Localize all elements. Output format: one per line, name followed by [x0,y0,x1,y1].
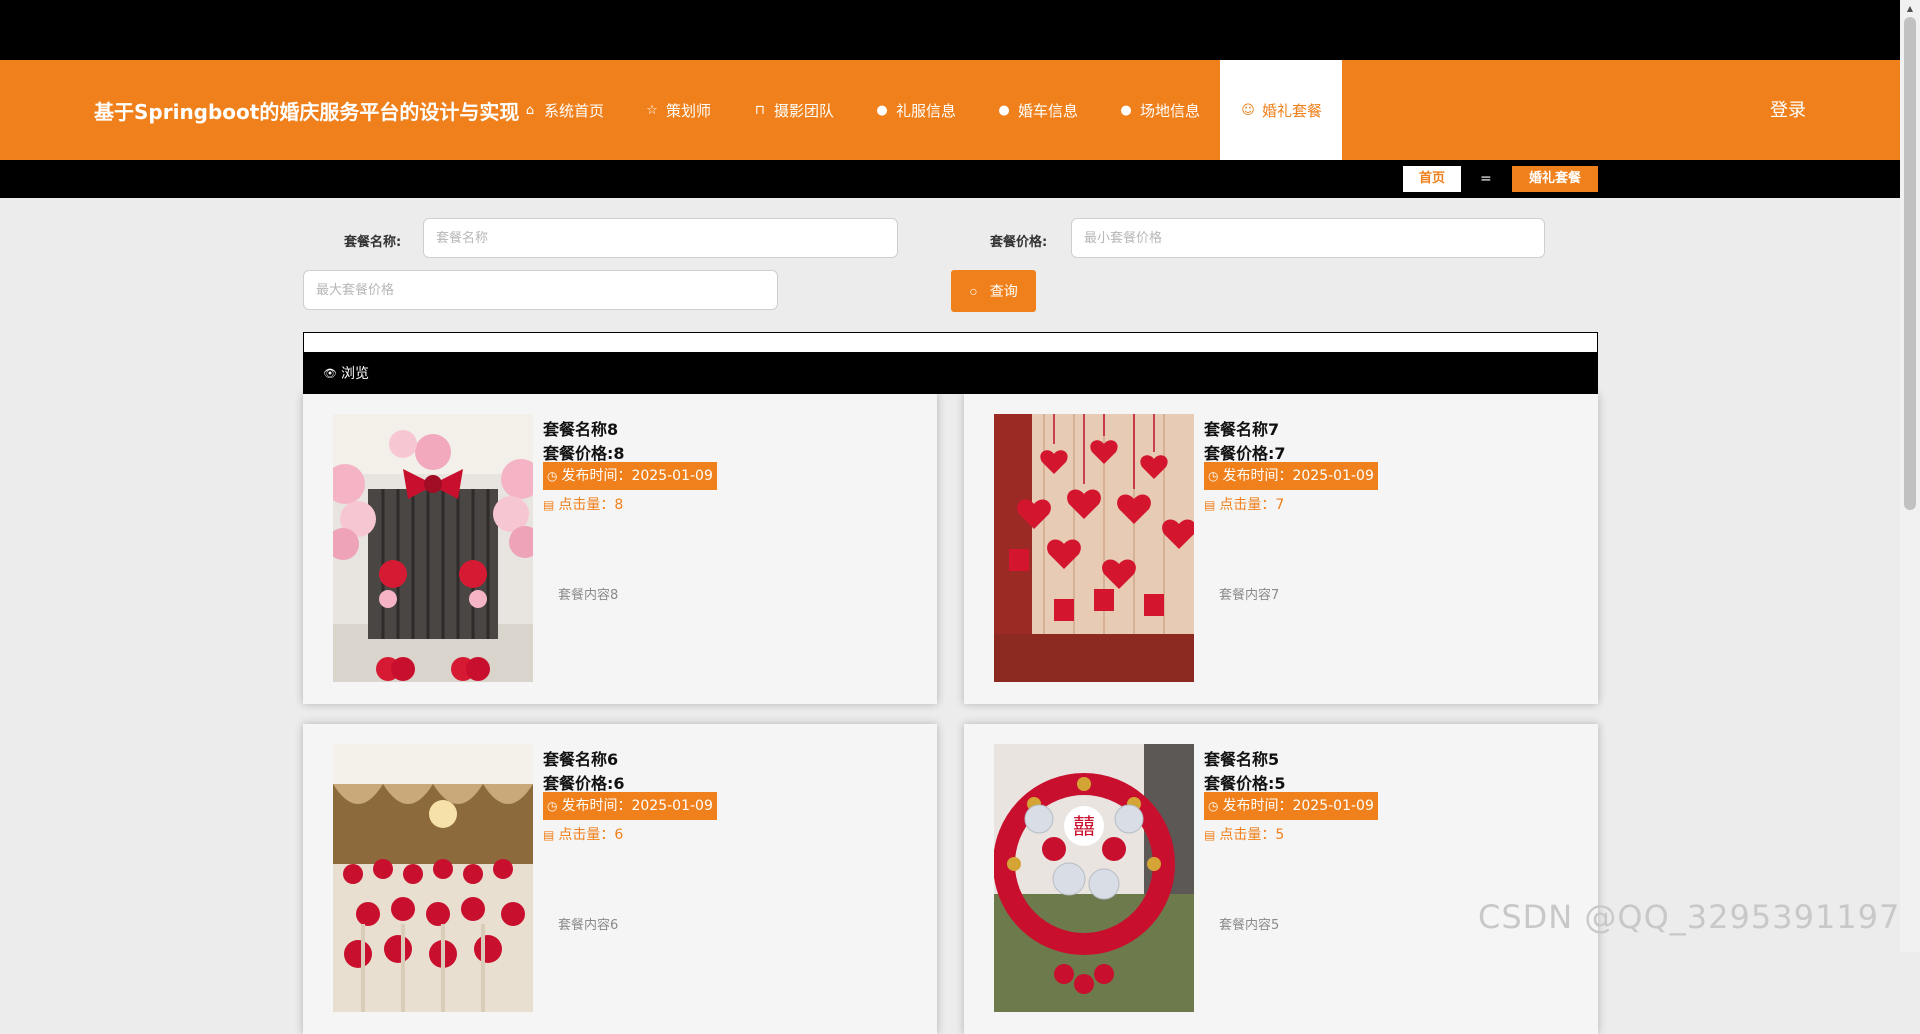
search-button[interactable]: ○ 查询 [951,270,1036,312]
breadcrumb-home[interactable]: 首页 [1403,166,1461,192]
package-price: 套餐价格:5 [1204,774,1286,793]
watermark: CSDN @QQ_3295391197 [1478,898,1901,936]
list-header-label: 浏览 [340,366,369,382]
clock-icon: ◷ [547,799,558,813]
nav-item-photography[interactable]: ⊓ 摄影团队 [752,60,834,160]
click-count: ▤ 点击量：6 [543,824,623,846]
publish-time: ◷ 发布时间：2025-01-09 [1204,462,1378,490]
nav-label: 摄影团队 [774,101,835,120]
bag-icon: ⊓ [754,102,766,118]
click-count: ▤ 点击量：8 [543,494,623,516]
search-button-label: 查询 [989,283,1018,299]
publish-time: ◷ 发布时间：2025-01-09 [543,462,717,490]
package-name: 套餐名称5 [1204,750,1280,769]
scroll-up-arrow-icon[interactable]: ▲ [1900,0,1920,17]
publish-time: ◷ 发布时间：2025-01-09 [543,792,717,820]
package-image: 囍 [994,744,1194,1012]
home-icon: ⌂ [525,102,535,118]
nav-label: 策划师 [666,101,712,120]
package-card[interactable]: 套餐名称8 套餐价格:8 ◷ 发布时间：2025-01-09 ▤ 点击量：8 套餐内… [303,394,937,704]
nav-label: 场地信息 [1140,101,1201,120]
clock-icon: ◷ [1208,469,1219,483]
breadcrumb-current: 婚礼套餐 [1512,166,1598,192]
click-count-text: 点击量：5 [1219,827,1285,843]
login-link[interactable]: 登录 [1770,96,1806,122]
site-title: 基于Springboot的婚庆服务平台的设计与实现 [94,100,520,124]
nav-item-package[interactable]: ☺ 婚礼套餐 [1220,60,1342,160]
document-icon: ▤ [1204,498,1216,512]
package-image [333,414,533,682]
exclamation-circle-icon: ● [876,102,888,118]
name-search-input[interactable] [423,218,898,258]
publish-time-text: 发布时间：2025-01-09 [561,468,713,484]
nav-item-dress[interactable]: ● 礼服信息 [874,60,956,160]
nav-item-venue[interactable]: ● 场地信息 [1118,60,1200,160]
min-price-input[interactable] [1071,218,1545,258]
document-icon: ▤ [1204,828,1216,842]
package-card[interactable]: 套餐名称7 套餐价格:7 ◷ 发布时间：2025-01-09 ▤ 点击量：7 套餐内… [964,394,1598,704]
click-count-text: 点击量：8 [558,497,624,513]
publish-time-text: 发布时间：2025-01-09 [561,798,713,814]
top-black-band [0,0,1920,60]
click-count: ▤ 点击量：5 [1204,824,1284,846]
eye-icon: 👁 [323,366,337,380]
package-name: 套餐名称6 [543,750,619,769]
package-content: 套餐内容8 [558,588,619,603]
nav-item-car[interactable]: ● 婚车信息 [996,60,1078,160]
breadcrumb-separator: = [1480,171,1492,187]
package-image [994,414,1194,682]
package-price: 套餐价格:8 [543,444,625,463]
nav-label: 礼服信息 [896,101,957,120]
nav-item-planner[interactable]: ☆ 策划师 [644,60,711,160]
svg-text:囍: 囍 [1073,815,1095,840]
question-circle-icon: ● [998,102,1010,118]
smile-icon: ☺ [1241,102,1255,118]
publish-time: ◷ 发布时间：2025-01-09 [1204,792,1378,820]
info-circle-icon: ● [1120,102,1132,118]
package-content: 套餐内容7 [1219,588,1280,603]
page-scrollbar[interactable]: ▲ [1900,0,1920,952]
package-name: 套餐名称7 [1204,420,1280,439]
package-image [333,744,533,1012]
package-price: 套餐价格:7 [1204,444,1286,463]
click-count-text: 点击量：7 [1219,497,1285,513]
clock-icon: ◷ [547,469,558,483]
package-card[interactable]: 套餐名称6 套餐价格:6 ◷ 发布时间：2025-01-09 ▤ 点击量：6 套餐内… [303,724,937,1034]
package-content: 套餐内容6 [558,918,619,933]
package-price: 套餐价格:6 [543,774,625,793]
click-count: ▤ 点击量：7 [1204,494,1284,516]
breadcrumb: 首页 = 婚礼套餐 [0,160,1900,198]
document-icon: ▤ [543,498,555,512]
clock-icon: ◷ [1208,799,1219,813]
package-card[interactable]: 囍 套餐名称5 套餐价格:5 ◷ 发布时间：2025-01-09 ▤ 点击量：5 套… [964,724,1598,1034]
publish-time-text: 发布时间：2025-01-09 [1222,798,1374,814]
nav-label: 婚车信息 [1018,101,1079,120]
nav-item-home[interactable]: ⌂ 系统首页 [522,60,604,160]
search-icon: ○ [969,283,978,299]
package-name: 套餐名称8 [543,420,619,439]
click-count-text: 点击量：6 [558,827,624,843]
price-label: 套餐价格: [990,235,1048,250]
nav-label: 婚礼套餐 [1261,101,1322,120]
star-icon: ☆ [646,102,658,118]
scrollbar-thumb[interactable] [1904,17,1916,510]
max-price-input[interactable] [303,270,778,310]
list-frame [303,332,1598,352]
package-content: 套餐内容5 [1219,918,1280,933]
list-header: 👁 浏览 [303,352,1598,394]
document-icon: ▤ [543,828,555,842]
navbar: 基于Springboot的婚庆服务平台的设计与实现 ⌂ 系统首页 ☆ 策划师 ⊓… [0,60,1900,160]
publish-time-text: 发布时间：2025-01-09 [1222,468,1374,484]
name-label: 套餐名称: [344,235,402,250]
nav-label: 系统首页 [544,101,605,120]
